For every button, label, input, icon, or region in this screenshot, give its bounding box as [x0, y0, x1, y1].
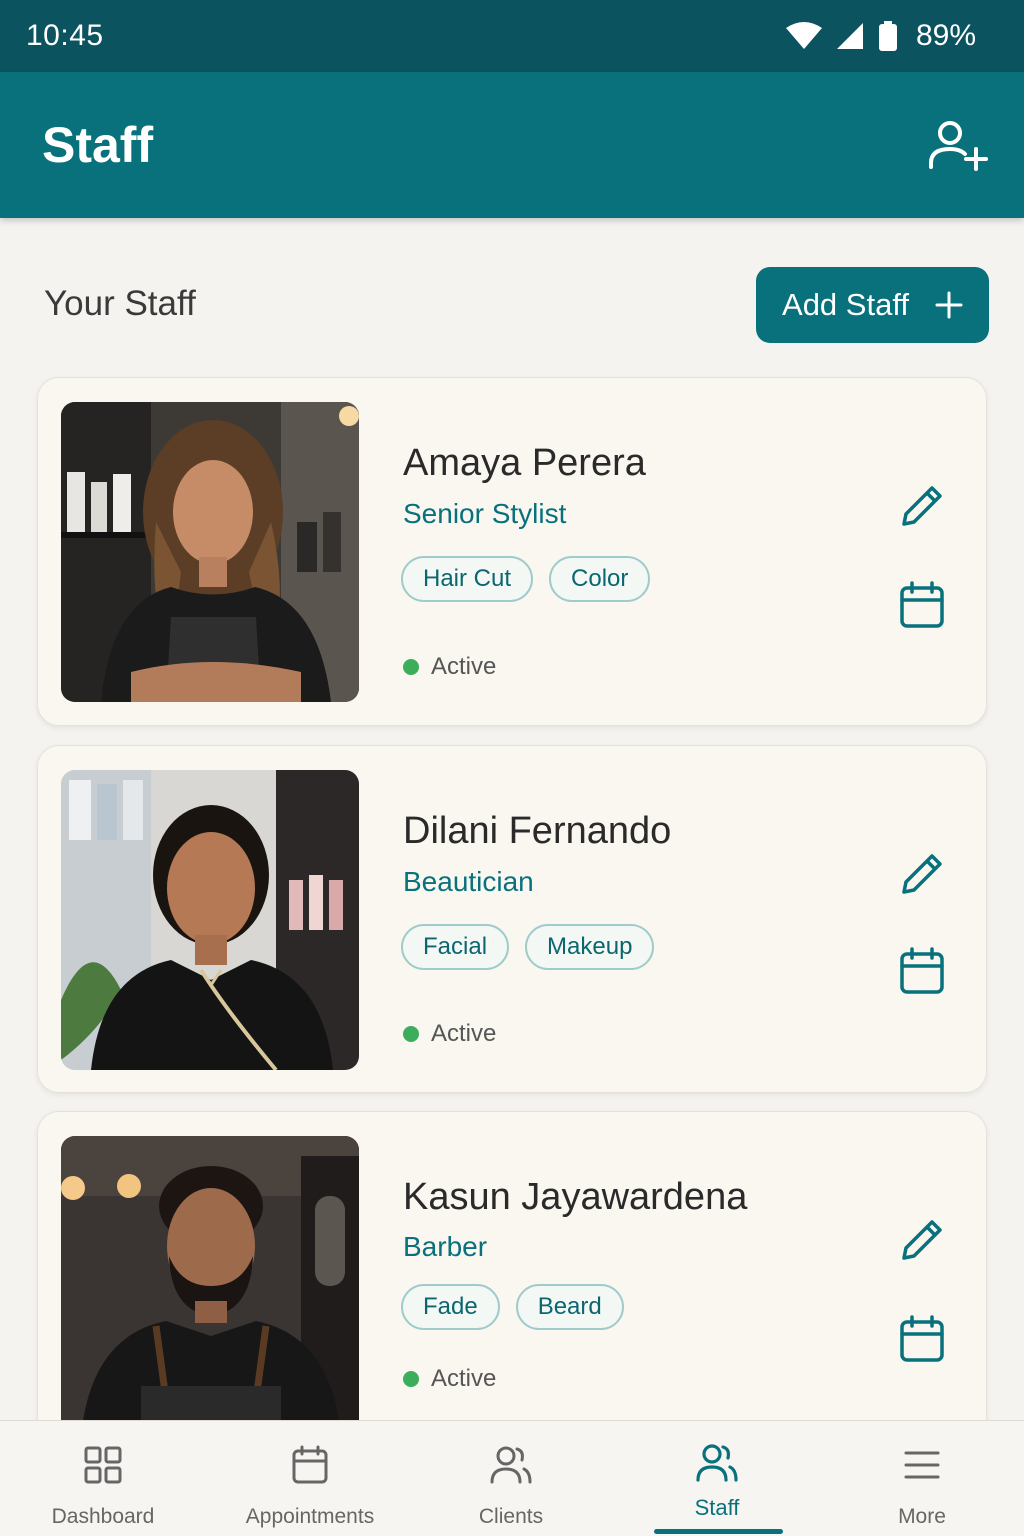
status-time: 10:45 — [26, 19, 104, 52]
status-indicator: Active — [403, 1020, 496, 1048]
staff-role: Barber — [403, 1231, 488, 1262]
calendar-icon — [292, 1445, 328, 1484]
page-title: Staff — [42, 117, 154, 173]
staff-name: Amaya Perera — [403, 442, 646, 484]
staff-role: Senior Stylist — [403, 498, 567, 529]
pencil-icon — [902, 1220, 942, 1260]
wifi-icon — [785, 22, 822, 49]
status-icons: 89% — [785, 19, 976, 53]
nav-label: Staff — [694, 1495, 740, 1520]
add-staff-button[interactable]: Add Staff — [756, 267, 989, 343]
status-dot — [403, 659, 419, 675]
service-tags: Facial Makeup — [401, 924, 655, 970]
nav-item-clients[interactable]: Clients — [411, 1421, 611, 1536]
edit-button[interactable] — [898, 482, 948, 532]
nav-item-appointments[interactable]: Appointments — [210, 1421, 410, 1536]
staff-card[interactable]: Amaya Perera Senior Stylist Hair Cut Col… — [37, 377, 987, 726]
staff-name: Kasun Jayawardena — [403, 1176, 748, 1218]
nav-label: Appointments — [245, 1505, 375, 1528]
status-bar: 10:45 89% — [0, 0, 1024, 72]
add-staff-label: Add Staff — [782, 287, 909, 322]
schedule-button[interactable] — [898, 1314, 948, 1364]
signal-icon — [836, 23, 863, 49]
nav-item-dashboard[interactable]: Dashboard — [3, 1421, 203, 1536]
staff-name: Dilani Fernando — [403, 810, 672, 852]
nav-label: More — [898, 1505, 946, 1528]
nav-item-more[interactable]: More — [822, 1421, 1022, 1536]
nav-label: Clients — [478, 1505, 544, 1528]
person-add-icon — [929, 121, 988, 171]
schedule-button[interactable] — [898, 580, 948, 630]
calendar-icon — [900, 581, 944, 628]
grid-icon — [84, 1446, 122, 1484]
status-indicator: Active — [403, 1365, 496, 1393]
menu-icon — [904, 1451, 940, 1479]
status-dot — [403, 1026, 419, 1042]
staff-card[interactable]: Dilani Fernando Beautician Facial Makeup… — [37, 745, 987, 1093]
staff-card[interactable]: Kasun Jayawardena Barber Fade Beard Acti… — [37, 1111, 987, 1471]
service-tag: Beard — [515, 1284, 624, 1330]
battery-percent: 89% — [915, 19, 976, 52]
service-tag: Makeup — [525, 924, 655, 970]
plus-icon — [935, 291, 963, 319]
staff-photo — [61, 402, 359, 702]
edit-button[interactable] — [898, 850, 948, 900]
battery-icon — [878, 21, 897, 51]
nav-label: Dashboard — [51, 1505, 155, 1528]
pencil-icon — [902, 486, 942, 526]
service-tag: Hair Cut — [401, 556, 534, 602]
service-tags: Fade Beard — [401, 1284, 624, 1330]
calendar-icon — [900, 1315, 944, 1362]
status-label: Active — [431, 653, 497, 680]
staff-photo — [61, 770, 359, 1070]
service-tag: Color — [549, 556, 651, 602]
bottom-nav: Dashboard Appointments Clients Staff Mor… — [0, 1420, 1024, 1536]
status-label: Active — [431, 1365, 497, 1392]
staff-role: Beautician — [403, 866, 534, 897]
pencil-icon — [902, 854, 942, 894]
service-tags: Hair Cut Color — [401, 556, 651, 602]
people-icon — [490, 1446, 532, 1484]
section-title: Your Staff — [44, 284, 196, 323]
nav-item-staff[interactable]: Staff — [617, 1421, 817, 1536]
active-tab-indicator — [654, 1529, 783, 1534]
schedule-button[interactable] — [898, 946, 948, 996]
add-user-button[interactable] — [926, 113, 990, 177]
calendar-icon — [900, 947, 944, 994]
edit-button[interactable] — [898, 1216, 948, 1266]
app-bar: Staff — [0, 72, 1024, 218]
service-tag: Fade — [401, 1284, 500, 1330]
staff-photo — [61, 1136, 359, 1436]
status-dot — [403, 1371, 419, 1387]
service-tag: Facial — [401, 924, 510, 970]
status-indicator: Active — [403, 653, 496, 681]
people-icon — [696, 1444, 738, 1482]
status-label: Active — [431, 1020, 497, 1047]
